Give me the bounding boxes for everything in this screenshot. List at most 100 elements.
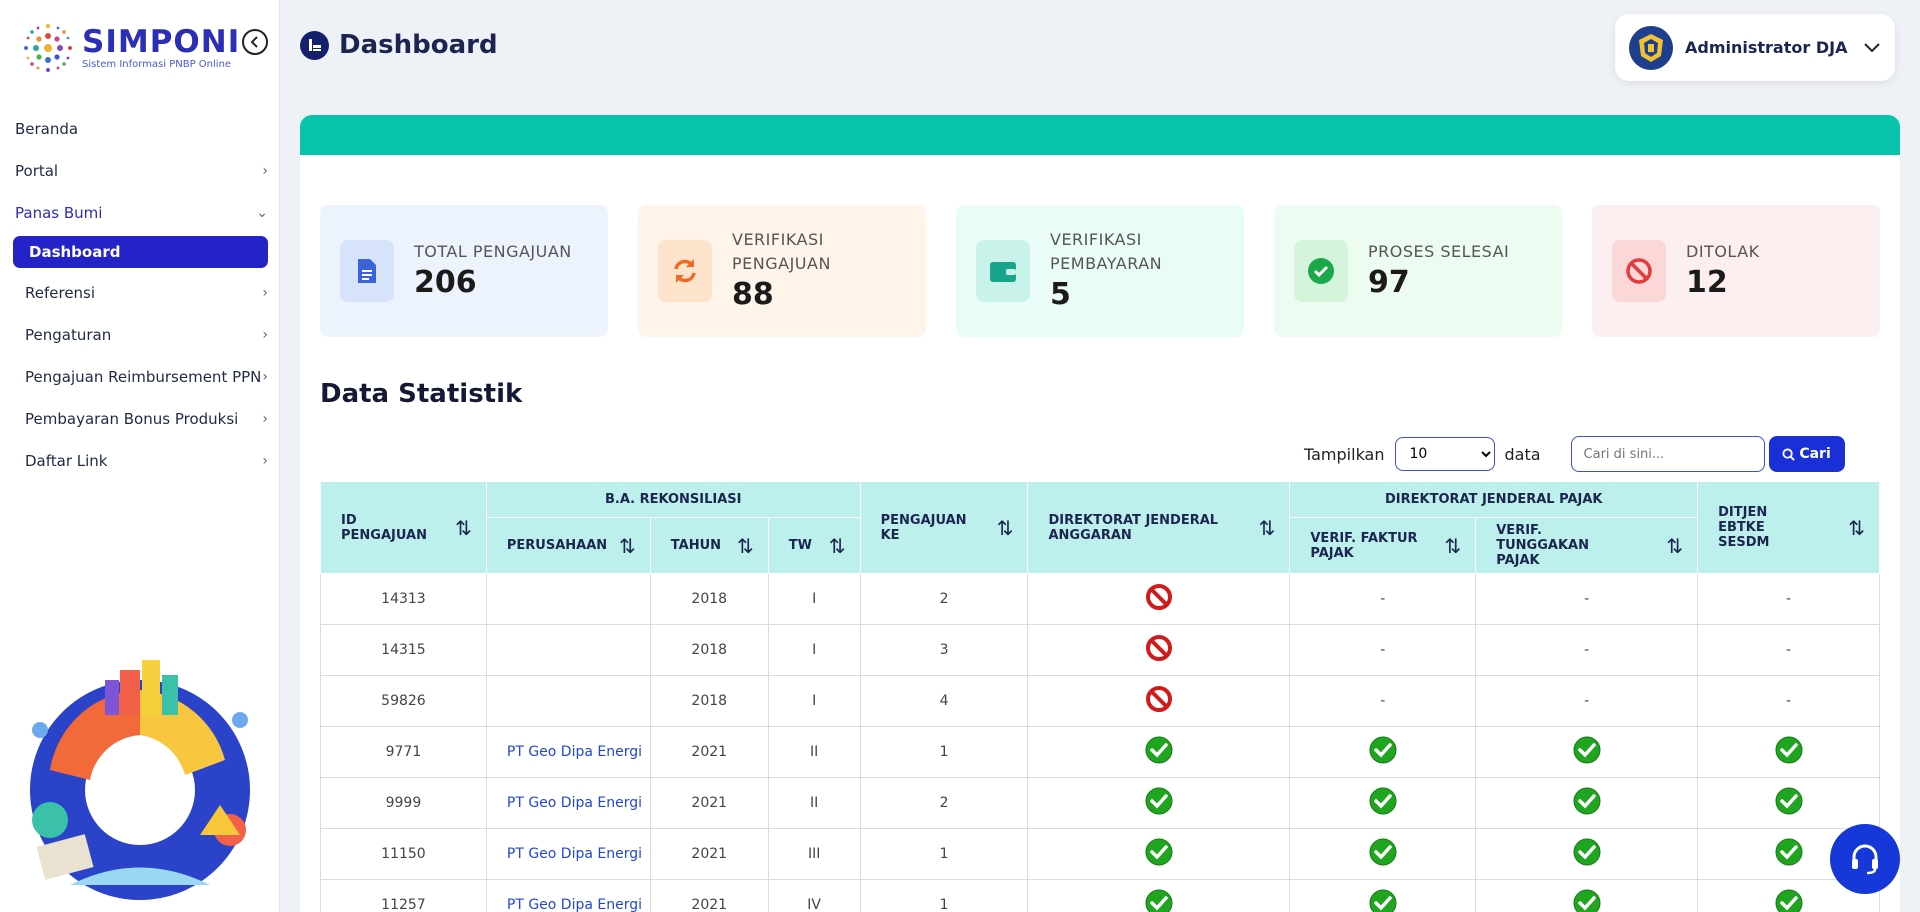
sidebar-item-portal[interactable]: Portal › [0,150,280,192]
chevron-right-icon: › [262,411,268,427]
cell-id: 9771 [320,726,487,778]
cell-perusahaan[interactable] [485,573,651,625]
cell-id: 11257 [320,879,487,912]
sidebar-item-dashboard[interactable]: Dashboard [13,236,268,268]
sort-icon[interactable]: ⇅ [619,534,636,558]
table-row: 11257 PT Geo Dipa Energi 2021 IV 1 [320,879,1880,912]
sort-icon[interactable]: ⇅ [1444,534,1461,558]
sidebar-item-bonus-produksi[interactable]: Pembayaran Bonus Produksi › [0,398,280,440]
check-circle-icon [1369,736,1397,764]
stat-label: PROSES SELESAI [1368,242,1510,261]
cell-verif-faktur: - [1289,675,1477,727]
table-row: 9771 PT Geo Dipa Energi 2021 II 1 [320,726,1880,778]
logo[interactable]: SIMPONI Sistem Informasi PNBP Online [18,18,240,78]
stat-label: DITOLAK [1686,242,1760,261]
th-tahun[interactable]: TAHUN ⇅ [649,517,769,574]
sort-icon[interactable]: ⇅ [1848,516,1865,540]
avatar [1629,25,1673,70]
cell-perusahaan[interactable]: PT Geo Dipa Energi [485,828,651,880]
sidebar-item-label: Daftar Link [25,452,108,470]
sidebar-item-beranda[interactable]: Beranda [0,108,280,150]
check-circle-icon [1145,787,1173,815]
search-icon [1782,447,1796,461]
wallet-icon [976,240,1030,302]
cell-dja [1027,624,1291,676]
cell-ebtke: - [1697,675,1880,727]
cell-perusahaan[interactable]: PT Geo Dipa Energi [485,777,651,829]
search-input[interactable] [1570,436,1765,472]
cell-id: 9999 [320,777,487,829]
th-tw[interactable]: TW ⇅ [767,517,861,574]
sort-icon[interactable]: ⇅ [997,516,1014,540]
sort-icon[interactable]: ⇅ [1259,516,1276,540]
cell-dja [1027,879,1291,912]
sidebar-item-label: Beranda [15,120,79,138]
chevron-right-icon: › [262,163,268,179]
data-table: ID PENGAJUAN ⇅ B.A. REKONSILIASI PENGAJUA… [320,481,1880,912]
simponi-logo-icon [24,24,72,72]
sidebar-item-label: Pengajuan Reimbursement PPN [25,368,262,386]
search-button[interactable]: Cari [1768,436,1845,472]
check-circle-icon [1145,838,1173,866]
logo-subtitle: Sistem Informasi PNBP Online [82,58,232,70]
stat-value: 12 [1686,265,1728,300]
sidebar-item-panas-bumi[interactable]: Panas Bumi ⌄ [0,192,280,234]
th-pengajuan-ke[interactable]: PENGAJUAN KE ⇅ [859,481,1029,574]
chevron-down-icon: ⌄ [256,205,268,221]
check-circle-icon [1369,889,1397,912]
cell-perusahaan[interactable]: PT Geo Dipa Energi [485,879,651,912]
cell-tw: I [767,573,861,625]
cell-tw: II [767,726,861,778]
prohibited-icon [1145,686,1172,712]
stat-value: 5 [1050,277,1071,312]
sort-icon[interactable]: ⇅ [455,516,472,540]
sidebar-item-daftar-link[interactable]: Daftar Link › [0,440,280,482]
sort-icon[interactable]: ⇅ [737,534,754,558]
sort-icon[interactable]: ⇅ [1666,534,1683,558]
chevron-down-icon [1864,42,1880,52]
cell-id: 14313 [320,573,487,625]
check-circle-icon [1145,736,1173,764]
search-button-label: Cari [1799,446,1831,462]
sidebar-item-label: Portal [15,162,59,180]
cell-pengajuan-ke: 1 [859,828,1029,880]
th-verif-tunggakan[interactable]: VERIF. TUNGGAKAN PAJAK ⇅ [1475,517,1699,574]
check-circle-icon [1775,736,1803,764]
page-size-select[interactable]: 10 [1394,437,1495,471]
collapse-sidebar-button[interactable] [242,29,268,55]
table-body: 14313 2018 I 2- - -14315 2018 I 3- - -59826 2018 I 4-… [320,573,1880,912]
stat-label: TOTAL PENGAJUAN [414,242,572,261]
cell-verif-tunggakan: - [1475,624,1699,676]
th-ebtke[interactable]: DITJEN EBTKE SESDM ⇅ [1697,481,1880,574]
show-label: Tampilkan [1304,444,1385,464]
section-title: Data Statistik [320,379,523,409]
logo-title: SIMPONI [82,23,241,60]
th-dja[interactable]: DIREKTORAT JENDERAL ANGGARAN ⇅ [1027,481,1291,574]
check-circle-icon [1573,787,1601,815]
cell-perusahaan[interactable] [485,675,651,727]
cell-verif-tunggakan [1475,879,1699,912]
th-id-pengajuan[interactable]: ID PENGAJUAN ⇅ [320,481,487,574]
cell-id: 14315 [320,624,487,676]
headset-icon [1852,844,1878,875]
cell-ebtke: - [1697,624,1880,676]
dashboard-icon [300,30,329,60]
chevron-right-icon: › [262,327,268,343]
sidebar: SIMPONI Sistem Informasi PNBP Online Ber… [0,0,280,912]
cell-perusahaan[interactable] [485,624,651,676]
th-verif-faktur[interactable]: VERIF. FAKTUR PAJAK ⇅ [1289,517,1477,574]
support-chat-button[interactable] [1830,824,1900,894]
sidebar-item-pengaturan[interactable]: Pengaturan › [0,314,280,356]
cell-verif-tunggakan: - [1475,675,1699,727]
th-perusahaan[interactable]: PERUSAHAAN ⇅ [485,517,651,574]
cell-verif-faktur [1289,879,1477,912]
sort-icon[interactable]: ⇅ [829,534,846,558]
stat-proses-selesai: PROSES SELESAI 97 [1274,205,1562,337]
user-menu[interactable]: Administrator DJA [1615,14,1895,81]
sidebar-item-reimbursement-ppn[interactable]: Pengajuan Reimbursement PPN › [0,356,280,398]
stat-ditolak: DITOLAK 12 [1592,205,1880,337]
sidebar-submenu: Referensi › Pengaturan › Pengajuan Reimb… [0,272,280,482]
cell-tw: II [767,777,861,829]
cell-perusahaan[interactable]: PT Geo Dipa Energi [485,726,651,778]
sidebar-item-referensi[interactable]: Referensi › [0,272,280,314]
